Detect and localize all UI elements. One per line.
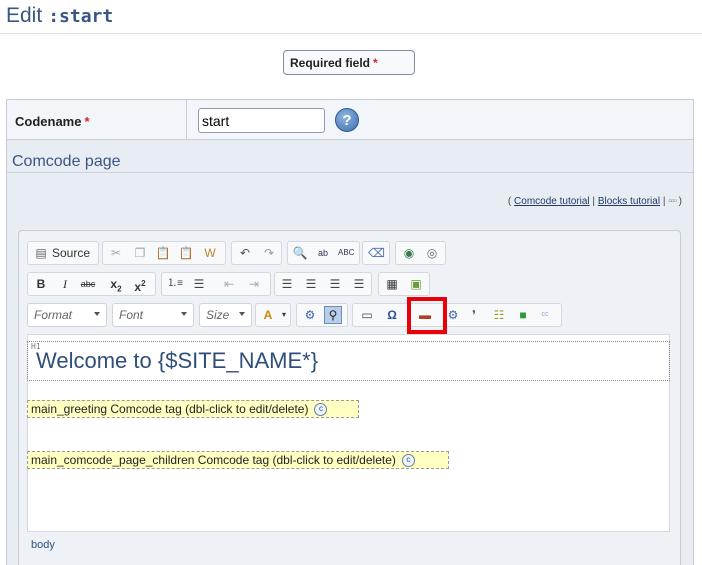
align-group: ☰ ☰ ☰ ☰: [274, 272, 372, 296]
comcode-icon[interactable]: cc: [537, 307, 553, 323]
font-chevron-down-icon: [181, 312, 187, 316]
preview-icon[interactable]: ◉: [401, 245, 417, 261]
undo-icon[interactable]: ↶: [237, 245, 253, 261]
insert-group: ▦ ▣: [378, 272, 430, 296]
undo-redo-group: ↶ ↷: [231, 241, 282, 265]
subscript-button[interactable]: x2: [108, 276, 124, 293]
page-children-text: main_comcode_page_children Comcode tag (…: [31, 453, 396, 467]
comcode-c-icon: c: [314, 403, 328, 417]
spellcheck-icon[interactable]: ABC: [338, 245, 354, 261]
text-color-chevron-down-icon[interactable]: ▾: [276, 307, 292, 323]
redo-icon[interactable]: ↷: [261, 245, 277, 261]
image-icon[interactable]: ▣: [408, 276, 424, 292]
tutorial-separator-2: |: [662, 196, 666, 207]
format-placeholder: Format: [34, 308, 73, 322]
size-dropdown[interactable]: Size: [199, 303, 252, 327]
align-justify-icon[interactable]: ☰: [351, 276, 367, 292]
find-icon[interactable]: 🔍: [292, 245, 308, 261]
text-color-group: A ▾: [255, 303, 291, 327]
special-char-icon[interactable]: Ω: [384, 307, 400, 323]
text-color-icon[interactable]: A: [260, 307, 276, 323]
codename-label-text: Codename: [15, 114, 82, 129]
quote-icon[interactable]: ❜: [466, 307, 482, 323]
tutorial-separator: |: [592, 196, 596, 207]
find-group: 🔍 ab ABC: [287, 241, 360, 265]
remove-format-group: ⌫: [362, 241, 390, 265]
binoculars-icon[interactable]: ◎: [424, 245, 440, 261]
page-title-edit: Edit: [6, 4, 43, 27]
comcode-tutorial-link[interactable]: Comcode tutorial: [514, 196, 590, 207]
welcome-heading: Welcome to {$SITE_NAME*}: [36, 348, 319, 373]
green-box-icon[interactable]: ■: [515, 307, 531, 323]
text-style-group: B I abc x2 x2: [27, 272, 156, 296]
required-field-legend: Required field *: [283, 50, 415, 75]
font-placeholder: Font: [119, 308, 144, 322]
tutorial-close-paren: ): [678, 196, 682, 207]
source-icon: ▤: [35, 246, 47, 260]
numbered-list-icon[interactable]: ⒈≡: [167, 276, 183, 292]
outdent-icon[interactable]: ⇤: [221, 276, 237, 292]
blocks-tutorial-link[interactable]: Blocks tutorial: [598, 196, 660, 207]
source-label: Source: [52, 246, 91, 260]
comcode-c-icon-2: c: [401, 454, 415, 468]
copy-icon[interactable]: ❐: [132, 245, 148, 261]
page-title-code: :start: [48, 6, 114, 27]
strikethrough-button[interactable]: abc: [78, 276, 98, 292]
main-greeting-block[interactable]: main_greeting Comcode tag (dbl-click to …: [27, 400, 359, 418]
block-icon[interactable]: ⚙: [302, 307, 318, 323]
format-dropdown[interactable]: Format: [27, 303, 107, 327]
codename-required-star: *: [84, 114, 90, 129]
indent-icon[interactable]: ⇥: [246, 276, 262, 292]
main-greeting-text: main_greeting Comcode tag (dbl-click to …: [31, 402, 309, 416]
format-chevron-down-icon: [94, 312, 100, 316]
blocks-group: ⚙ ⚲: [296, 303, 348, 327]
eraser-icon[interactable]: ⌫: [368, 245, 385, 261]
superscript-button[interactable]: x2: [132, 276, 148, 294]
font-dropdown[interactable]: Font: [112, 303, 194, 327]
bulleted-list-icon[interactable]: ☰: [191, 276, 207, 292]
table-icon[interactable]: ▦: [384, 276, 400, 292]
tutorial-open-paren: (: [507, 196, 512, 207]
required-field-label: Required field: [290, 56, 371, 70]
clipboard-group: ✂ ❐ 📋 📋 W: [102, 241, 226, 265]
size-chevron-down-icon: [239, 312, 245, 316]
section-divider: [7, 172, 693, 173]
page-children-block[interactable]: main_comcode_page_children Comcode tag (…: [27, 451, 449, 469]
paste-word-icon[interactable]: W: [202, 245, 218, 261]
required-star: *: [373, 56, 378, 70]
help-icon[interactable]: ?: [335, 108, 359, 132]
paste-text-icon[interactable]: 📋: [178, 245, 194, 261]
source-button[interactable]: ▤ Source: [27, 241, 99, 265]
comcode-tag-icon[interactable]: ⚲: [324, 306, 342, 324]
highlighted-box-button: [407, 297, 447, 334]
paste-icon[interactable]: 📋: [155, 245, 171, 261]
italic-button[interactable]: I: [57, 276, 73, 292]
horizontal-rule-icon[interactable]: ▭: [359, 307, 375, 323]
code-icon[interactable]: ⚙: [445, 307, 461, 323]
cut-icon[interactable]: ✂: [108, 245, 124, 261]
list-group: ⒈≡ ☰ ⇤ ⇥: [161, 272, 271, 296]
bold-button[interactable]: B: [33, 276, 49, 292]
comcode-page-heading: Comcode page: [12, 153, 121, 170]
replace-icon[interactable]: ab: [315, 245, 331, 261]
comcode-insert-group: ▭ Ω ▬ ⚙ ❜ ☷ ■ cc: [352, 303, 562, 327]
align-left-icon[interactable]: ☰: [279, 276, 295, 292]
align-center-icon[interactable]: ☰: [303, 276, 319, 292]
hide-icon[interactable]: ☷: [491, 307, 507, 323]
size-placeholder: Size: [206, 308, 230, 322]
codename-label: Codename *: [15, 114, 90, 129]
title-divider: [0, 33, 702, 34]
more-tutorials-icon[interactable]: ▫▫▫: [668, 196, 677, 207]
codename-input[interactable]: [198, 108, 325, 133]
page-title: Edit:start: [6, 4, 113, 28]
align-right-icon[interactable]: ☰: [327, 276, 343, 292]
element-path[interactable]: body: [31, 539, 55, 551]
preview-group: ◉ ◎: [395, 241, 446, 265]
tutorial-links: ( Comcode tutorial | Blocks tutorial | ▫…: [508, 196, 682, 207]
